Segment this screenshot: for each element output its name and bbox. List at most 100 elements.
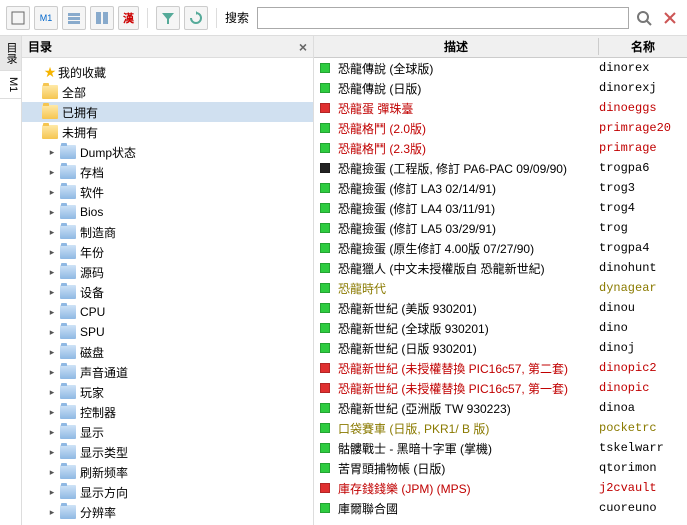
table-row[interactable]: 恐龍時代dynagear: [314, 278, 687, 298]
row-description: 恐龍時代: [338, 280, 599, 297]
expander-icon[interactable]: ▸: [46, 226, 58, 238]
toolbar-btn-m1[interactable]: M1: [34, 6, 58, 30]
tree-item[interactable]: 全部: [22, 82, 313, 102]
status-square-icon: [320, 143, 330, 153]
expander-icon[interactable]: ▸: [46, 426, 58, 438]
table-row[interactable]: 骷髏戰士 - 黑暗十字軍 (掌機)tskelwarr: [314, 438, 687, 458]
expander-icon[interactable]: ▸: [46, 326, 58, 338]
expander-icon[interactable]: [28, 106, 40, 118]
table-row[interactable]: 恐龍新世紀 (美版 930201)dinou: [314, 298, 687, 318]
table-row[interactable]: 恐龍新世紀 (未授權替換 PIC16c57, 第二套)dinopic2: [314, 358, 687, 378]
toolbar-btn-hanzi[interactable]: 漢: [118, 6, 139, 30]
expander-icon[interactable]: ▸: [46, 386, 58, 398]
expander-icon[interactable]: ▸: [46, 186, 58, 198]
table-row[interactable]: 庫爾聯合國cuoreuno: [314, 498, 687, 518]
expander-icon[interactable]: [28, 86, 40, 98]
status-square-icon: [320, 63, 330, 73]
expander-icon[interactable]: [28, 66, 40, 78]
tree-item[interactable]: ▸磁盘: [22, 342, 313, 362]
expander-icon[interactable]: ▸: [46, 146, 58, 158]
table-row[interactable]: 恐龍格鬥 (2.3版)primrage: [314, 138, 687, 158]
tree-item[interactable]: ▸软件: [22, 182, 313, 202]
search-input[interactable]: [257, 7, 629, 29]
tree-item[interactable]: 未拥有: [22, 122, 313, 142]
toolbar-btn-4[interactable]: [90, 6, 114, 30]
tree-item[interactable]: ▸设备: [22, 282, 313, 302]
expander-icon[interactable]: ▸: [46, 246, 58, 258]
table-row[interactable]: 恐龍新世紀 (亞洲版 TW 930223)dinoa: [314, 398, 687, 418]
tree-item[interactable]: ▸CPU: [22, 302, 313, 322]
clear-search-button[interactable]: [659, 7, 681, 29]
toolbar-filter-icon[interactable]: [156, 6, 180, 30]
table-row[interactable]: 恐龍新世紀 (日版 930201)dinoj: [314, 338, 687, 358]
tree-item[interactable]: ▸年份: [22, 242, 313, 262]
tree-item[interactable]: ▸Dump状态: [22, 142, 313, 162]
expander-icon[interactable]: ▸: [46, 306, 58, 318]
table-row[interactable]: 恐龍格鬥 (2.0版)primrage20: [314, 118, 687, 138]
expander-icon[interactable]: ▸: [46, 286, 58, 298]
expander-icon[interactable]: [28, 126, 40, 138]
folder-icon: [60, 265, 76, 279]
tree-item-label: 已拥有: [62, 104, 98, 121]
side-tab-m1[interactable]: M1: [0, 71, 21, 99]
toolbar-btn-1[interactable]: [6, 6, 30, 30]
tree-item[interactable]: ▸制造商: [22, 222, 313, 242]
table-row[interactable]: 恐龍撿蛋 (修訂 LA3 02/14/91)trog3: [314, 178, 687, 198]
tree-item[interactable]: ▸显示类型: [22, 442, 313, 462]
column-name[interactable]: 名称: [599, 38, 687, 55]
side-tab-directory[interactable]: 目录: [0, 36, 21, 71]
tree-item-label: 我的收藏: [58, 64, 106, 81]
expander-icon[interactable]: ▸: [46, 366, 58, 378]
status-square-icon: [320, 423, 330, 433]
column-description[interactable]: 描述: [314, 38, 599, 55]
expander-icon[interactable]: ▸: [46, 166, 58, 178]
tree-item[interactable]: ▸声音通道: [22, 362, 313, 382]
table-row[interactable]: 恐龍獵人 (中文未授權版自 恐龍新世紀)dinohunt: [314, 258, 687, 278]
folder-icon: [60, 365, 76, 379]
folder-icon: [60, 325, 76, 339]
folder-icon: [60, 485, 76, 499]
table-row[interactable]: 口袋賽車 (日版, PKR1/ B 版)pocketrc: [314, 418, 687, 438]
tree-item[interactable]: ▸Bios: [22, 202, 313, 222]
status-square-icon: [320, 403, 330, 413]
row-name: dinopic2: [599, 361, 681, 375]
tree-item[interactable]: ▸刷新频率: [22, 462, 313, 482]
close-icon[interactable]: ×: [299, 39, 307, 55]
row-description: 恐龍傳說 (日版): [338, 80, 599, 97]
tree-item[interactable]: ★我的收藏: [22, 62, 313, 82]
expander-icon[interactable]: ▸: [46, 206, 58, 218]
expander-icon[interactable]: ▸: [46, 446, 58, 458]
table-row[interactable]: 恐龍傳說 (全球版)dinorex: [314, 58, 687, 78]
tree-item[interactable]: ▸SPU: [22, 322, 313, 342]
expander-icon[interactable]: ▸: [46, 346, 58, 358]
tree-item[interactable]: ▸分辨率: [22, 502, 313, 522]
tree-item[interactable]: ▸显示: [22, 422, 313, 442]
toolbar-refresh-icon[interactable]: [184, 6, 208, 30]
expander-icon[interactable]: ▸: [46, 266, 58, 278]
expander-icon[interactable]: ▸: [46, 506, 58, 518]
table-row[interactable]: 恐龍撿蛋 (修訂 LA4 03/11/91)trog4: [314, 198, 687, 218]
toolbar-btn-3[interactable]: [62, 6, 86, 30]
table-row[interactable]: 恐龍新世紀 (全球版 930201)dino: [314, 318, 687, 338]
tree-item[interactable]: ▸控制器: [22, 402, 313, 422]
table-row[interactable]: 恐龍傳說 (日版)dinorexj: [314, 78, 687, 98]
table-row[interactable]: 恐龍撿蛋 (工程版, 修訂 PA6-PAC 09/09/90)trogpa6: [314, 158, 687, 178]
tree-item[interactable]: ▸玩家: [22, 382, 313, 402]
expander-icon[interactable]: ▸: [46, 466, 58, 478]
table-row[interactable]: 恐龍撿蛋 (修訂 LA5 03/29/91)trog: [314, 218, 687, 238]
tree-item[interactable]: 已拥有: [22, 102, 313, 122]
table-row[interactable]: 苦胃頭捕物帳 (日版)qtorimon: [314, 458, 687, 478]
table-row[interactable]: 恐龍蛋 彈珠臺dinoeggs: [314, 98, 687, 118]
table-row[interactable]: 恐龍撿蛋 (原生修訂 4.00版 07/27/90)trogpa4: [314, 238, 687, 258]
table-row[interactable]: 恐龍新世紀 (未授權替換 PIC16c57, 第一套)dinopic: [314, 378, 687, 398]
expander-icon[interactable]: ▸: [46, 406, 58, 418]
tree-item[interactable]: ▸存档: [22, 162, 313, 182]
expander-icon[interactable]: ▸: [46, 486, 58, 498]
search-button[interactable]: [633, 7, 655, 29]
folder-icon: [60, 285, 76, 299]
tree-item[interactable]: ▸显示方向: [22, 482, 313, 502]
row-description: 恐龍新世紀 (未授權替換 PIC16c57, 第一套): [338, 380, 599, 397]
table-row[interactable]: 庫存錢錢樂 (JPM) (MPS)j2cvault: [314, 478, 687, 498]
status-square-icon: [320, 443, 330, 453]
tree-item[interactable]: ▸源码: [22, 262, 313, 282]
